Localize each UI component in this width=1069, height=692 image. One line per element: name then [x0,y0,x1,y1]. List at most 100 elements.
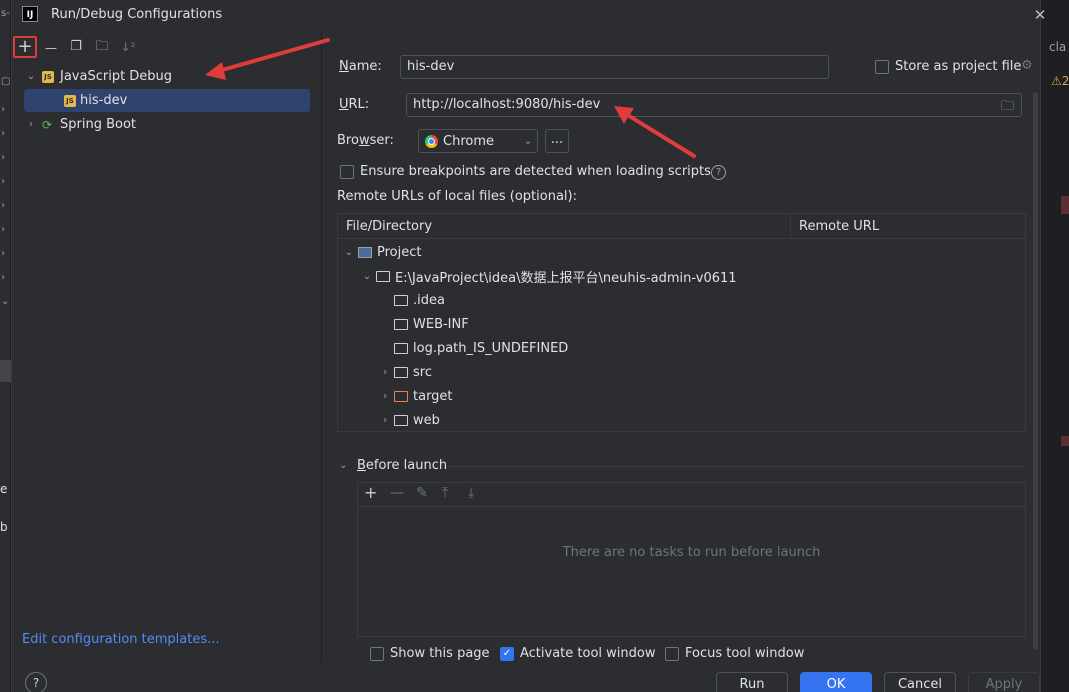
before-launch-label: Before launch [357,458,448,473]
chevron-right-icon: › [1,224,5,235]
browser-settings-button[interactable]: ... [545,129,569,153]
background-ide-right-strip: cla ⚠2 [1041,0,1069,692]
url-label: URL: [339,97,370,112]
add-task-icon[interactable]: + [364,483,377,502]
warning-icon: ⚠2 [1051,74,1069,88]
background-text: cla [1049,40,1067,54]
ensure-breakpoints-checkbox[interactable] [340,165,354,179]
table-row[interactable]: ⌄ Project [340,240,422,264]
focus-tool-window-checkbox[interactable] [665,646,679,661]
table-row-label: src [413,364,432,380]
table-header: File/Directory Remote URL [338,214,1025,239]
activate-tool-window-option[interactable]: ✓ Activate tool window [500,646,655,661]
sort-button[interactable]: ↓² [116,36,140,58]
tree-group-label: Spring Boot [60,117,137,132]
browser-select[interactable]: Chrome ⌄ [418,129,538,153]
folder-icon [394,318,408,330]
intellij-app-icon: IJ [22,6,38,22]
chevron-down-icon: ⌄ [1,296,10,307]
table-row-label: .idea [413,292,445,308]
apply-button[interactable]: Apply [968,672,1040,692]
table-row-label: web [413,412,440,428]
folder-icon [394,366,408,378]
table-row[interactable]: ⌄ E:\JavaProject\idea\数据上报平台\neuhis-admin… [358,264,737,288]
add-configuration-button[interactable]: + [13,36,37,58]
folder-icon: ▢ [1,76,11,87]
column-header-file-directory[interactable]: File/Directory [338,214,791,239]
name-field[interactable]: his-dev [400,55,829,79]
table-row[interactable]: .idea [376,288,445,312]
chevron-right-icon: › [1,248,5,259]
tree-group-spring-boot[interactable]: › ⟳ Spring Boot [24,113,310,136]
chevron-right-icon: › [1,104,5,115]
chevron-icon: s- [1,8,10,19]
remove-configuration-button[interactable]: — [39,36,63,58]
chevron-right-icon[interactable]: › [376,391,394,402]
before-launch-header[interactable]: ⌄ Before launch [339,458,447,473]
configuration-editor-panel: Name: his-dev Store as project file ⚙ UR… [324,30,1042,662]
store-as-project-file-label: Store as project file [895,59,1022,74]
dialog-title: Run/Debug Configurations [51,7,223,22]
help-icon[interactable]: ? [711,165,726,180]
chevron-right-icon: › [1,200,5,211]
move-down-icon[interactable]: ⤓ [468,485,474,501]
table-row-label: WEB-INF [413,316,469,332]
move-up-icon[interactable]: ⤒ [442,485,448,501]
chevron-down-icon: ⌄ [339,460,348,471]
ok-button[interactable]: OK [800,672,872,692]
chevron-down-icon: ⌄ [523,135,533,147]
name-label: Name: [339,59,382,74]
remote-urls-label: Remote URLs of local files (optional): [337,189,577,204]
browser-label: Browser: [337,133,394,148]
store-as-project-file-checkbox[interactable] [875,60,889,74]
cancel-button[interactable]: Cancel [884,672,956,692]
chevron-right-icon: › [29,119,33,130]
chevron-down-icon[interactable]: ⌄ [358,271,376,282]
before-launch-tasks: + — ✎ ⤒ ⤓ There are no tasks to run befo… [357,482,1026,637]
copy-configuration-button[interactable]: ❐ [64,36,88,58]
run-debug-configurations-dialog: IJ Run/Debug Configurations ✕ + — ❐ 🗀 ↓²… [11,0,1046,692]
show-this-page-option[interactable]: Show this page [370,646,490,661]
folder-icon [394,342,408,354]
table-row[interactable]: log.path_IS_UNDEFINED [376,336,568,360]
show-this-page-checkbox[interactable] [370,646,384,661]
chevron-right-icon: › [1,128,5,139]
chevron-down-icon[interactable]: ⌄ [340,247,358,258]
background-text: b [0,520,8,534]
vertical-scrollbar[interactable] [1033,92,1038,650]
column-header-remote-url[interactable]: Remote URL [791,214,879,239]
before-launch-toolbar: + — ✎ ⤒ ⤓ [358,483,1025,507]
folder-orange-icon [394,390,408,402]
spring-boot-icon: ⟳ [42,117,53,132]
js-icon: JS [64,94,76,107]
table-row[interactable]: › target [376,384,453,408]
new-folder-button[interactable]: 🗀 [90,36,114,58]
background-error-marker [1061,436,1069,446]
run-button[interactable]: Run [716,672,788,692]
chevron-down-icon: ⌄ [26,71,36,82]
folder-icon[interactable]: 🗀 [1001,97,1014,119]
edit-configuration-templates-link[interactable]: Edit configuration templates... [22,632,220,647]
table-row[interactable]: › src [376,360,432,384]
configurations-tree-panel: + — ❐ 🗀 ↓² ⌄ JS JavaScript Debug JS his-… [12,30,322,662]
focus-tool-window-option[interactable]: Focus tool window [665,646,804,661]
table-row[interactable]: › web [376,408,440,432]
tree-group-javascript-debug[interactable]: ⌄ JS JavaScript Debug [24,65,310,88]
table-row[interactable]: WEB-INF [376,312,469,336]
table-row-label: E:\JavaProject\idea\数据上报平台\neuhis-admin-… [395,270,737,286]
chevron-right-icon[interactable]: › [376,415,394,426]
remove-task-icon[interactable]: — [390,485,404,501]
folder-icon [394,294,408,306]
close-button[interactable]: ✕ [1030,5,1050,25]
activate-tool-window-checkbox[interactable]: ✓ [500,646,514,661]
chevron-right-icon[interactable]: › [376,367,394,378]
url-field[interactable]: http://localhost:9080/his-dev [406,93,1022,117]
background-text: e [0,482,8,496]
tree-item-his-dev[interactable]: JS his-dev [24,89,310,112]
chevron-right-icon: › [1,152,5,163]
edit-task-icon[interactable]: ✎ [416,485,428,501]
table-row-label: target [413,388,453,404]
gear-icon[interactable]: ⚙ [1021,58,1033,73]
help-button[interactable]: ? [25,672,47,692]
empty-tasks-text: There are no tasks to run before launch [562,545,821,560]
